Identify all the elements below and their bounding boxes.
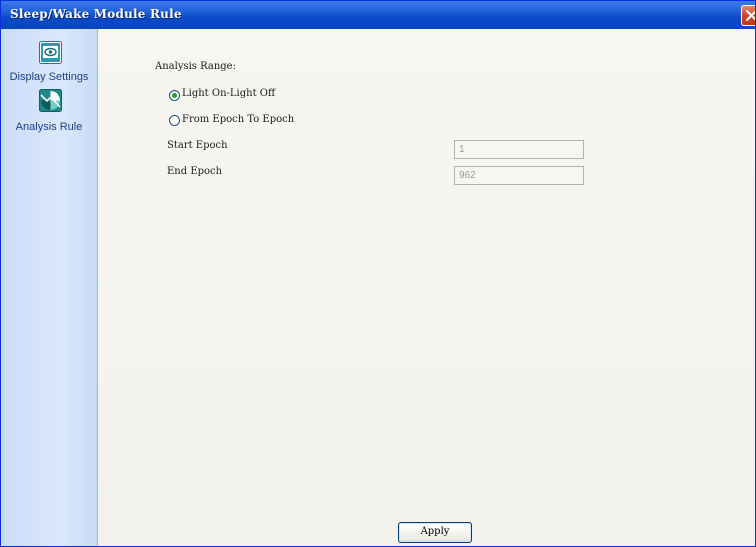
start-epoch-label: Start Epoch <box>167 140 228 151</box>
sidebar-item-display-settings[interactable]: Display Settings <box>1 41 97 86</box>
settings-panel: Analysis Range: Light On-Light Off From … <box>98 29 755 546</box>
window-title: Sleep/Wake Module Rule <box>10 7 182 21</box>
close-icon <box>745 9 755 22</box>
end-epoch-label: End Epoch <box>167 166 223 177</box>
apply-button[interactable]: Apply <box>398 522 472 543</box>
end-epoch-field[interactable]: 962 <box>454 166 584 185</box>
radio-label[interactable]: Light On-Light Off <box>182 88 275 99</box>
radio-selected-dot <box>172 93 177 98</box>
radio-button[interactable] <box>169 115 180 126</box>
sidebar-item-analysis-rule[interactable]: Analysis Rule <box>1 89 97 134</box>
analysis-chart-icon <box>39 89 62 112</box>
eye-icon <box>39 41 62 64</box>
module-rule-window: Sleep/Wake Module Rule Display Settings <box>0 0 756 547</box>
title-bar[interactable]: Sleep/Wake Module Rule <box>1 1 755 29</box>
sidebar-item-label: Analysis Rule <box>15 121 83 133</box>
radio-button[interactable] <box>169 90 180 101</box>
radio-label[interactable]: From Epoch To Epoch <box>182 114 294 125</box>
close-button[interactable] <box>741 5 755 26</box>
analysis-range-heading: Analysis Range: <box>155 61 236 72</box>
start-epoch-field[interactable]: 1 <box>454 140 584 159</box>
sidebar: Display Settings Analysis Rule <box>1 29 98 546</box>
sidebar-item-label: Display Settings <box>9 71 89 83</box>
